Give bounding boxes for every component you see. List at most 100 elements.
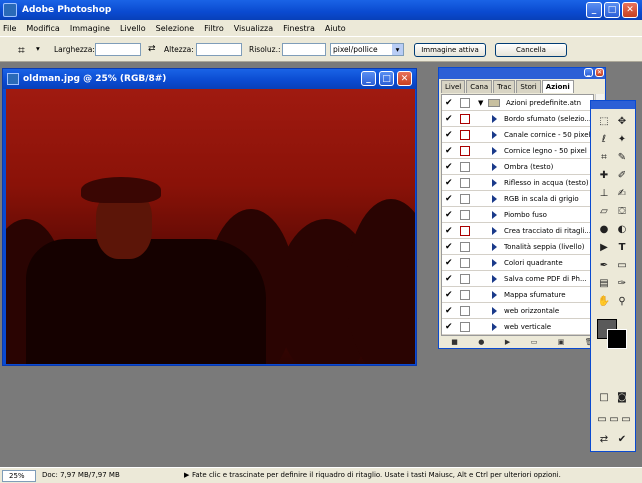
action-row[interactable]: ✔ Colori quadrante	[442, 255, 593, 271]
dodge-tool-icon[interactable]: ◐	[615, 223, 629, 237]
doc-close-button[interactable]: ✕	[397, 71, 412, 86]
action-row[interactable]: ✔ Riflesso in acqua (testo)	[442, 175, 593, 191]
quick-mask-icon[interactable]: ◙	[615, 391, 629, 405]
checkmark-icon[interactable]: ✔	[445, 146, 455, 156]
record-icon[interactable]: ●	[478, 338, 484, 346]
action-row[interactable]: ✔ Mappa sfumature	[442, 287, 593, 303]
expand-triangle-icon[interactable]	[492, 274, 497, 283]
width-input[interactable]	[95, 43, 141, 56]
dialog-toggle-icon[interactable]	[460, 193, 470, 204]
action-row[interactable]: ✔ Bordo sfumato (selezio...	[442, 111, 593, 127]
action-row[interactable]: ✔ Tonalità seppia (livello)	[442, 239, 593, 255]
action-set-row[interactable]: ✔ ▼ Azioni predefinite.atn	[442, 95, 593, 111]
checkmark-icon[interactable]: ✔	[445, 194, 455, 204]
shape-tool-icon[interactable]: ▭	[615, 259, 629, 273]
checkmark-icon[interactable]: ✔	[445, 210, 455, 220]
zoom-field[interactable]: 25%	[2, 470, 36, 482]
checkmark-icon[interactable]: ✔	[445, 114, 455, 124]
doc-maximize-button[interactable]: □	[379, 71, 394, 86]
checkmark-icon[interactable]: ✔	[445, 162, 455, 172]
tab-canali[interactable]: Cana	[466, 80, 493, 93]
stamp-tool-icon[interactable]: ⊥	[597, 187, 611, 201]
eyedropper-icon[interactable]: ✑	[615, 277, 629, 291]
new-set-icon[interactable]: ▭	[531, 338, 538, 346]
dialog-toggle-icon[interactable]	[460, 161, 470, 172]
magic-wand-icon[interactable]: ✦	[615, 133, 629, 147]
close-button[interactable]: ✕	[622, 2, 638, 18]
image-canvas[interactable]	[6, 89, 415, 364]
slice-tool-icon[interactable]: ✎	[615, 151, 629, 165]
checkmark-icon[interactable]: ✔	[445, 130, 455, 140]
notes-tool-icon[interactable]: ▤	[597, 277, 611, 291]
dialog-toggle-icon[interactable]	[460, 145, 470, 156]
panel-close-button[interactable]: ✕	[595, 68, 604, 77]
tab-tracciati[interactable]: Trac	[493, 80, 516, 93]
dialog-toggle-icon[interactable]	[460, 241, 470, 252]
front-image-button[interactable]: Immagine attiva	[414, 43, 486, 57]
tab-livelli[interactable]: Livel	[441, 80, 466, 93]
menu-aiuto[interactable]: Aiuto	[325, 24, 346, 33]
action-row[interactable]: ✔ Cornice legno - 50 pixel	[442, 143, 593, 159]
tool-preset-arrow-icon[interactable]: ▾	[36, 44, 40, 53]
menu-finestra[interactable]: Finestra	[283, 24, 315, 33]
expand-triangle-icon[interactable]	[492, 226, 497, 235]
play-icon[interactable]: ▶	[505, 338, 510, 346]
swap-arrows-icon[interactable]: ⇄	[148, 44, 156, 54]
document-info[interactable]: Doc: 7,97 MB/7,97 MB	[42, 471, 120, 479]
expand-triangle-icon[interactable]	[492, 114, 497, 123]
menu-file[interactable]: File	[3, 24, 16, 33]
new-action-icon[interactable]: ▣	[558, 338, 565, 346]
resolution-input[interactable]	[282, 43, 326, 56]
crop-tool-icon[interactable]: ⌗	[597, 151, 611, 165]
resolution-unit-select[interactable]: pixel/pollice ▾	[330, 43, 404, 56]
expand-triangle-icon[interactable]	[492, 178, 497, 187]
action-row[interactable]: ✔ Piombo fuso	[442, 207, 593, 223]
clear-button[interactable]: Cancella	[495, 43, 567, 57]
menu-modifica[interactable]: Modifica	[26, 24, 59, 33]
dialog-toggle-icon[interactable]	[460, 305, 470, 316]
menu-selezione[interactable]: Selezione	[156, 24, 194, 33]
dialog-toggle-icon[interactable]	[460, 129, 470, 140]
expand-triangle-icon[interactable]	[492, 194, 497, 203]
checkmark-icon[interactable]: ✔	[445, 306, 455, 316]
zoom-tool-icon[interactable]: ⚲	[615, 295, 629, 309]
action-row[interactable]: ✔ Canale cornice - 50 pixel	[442, 127, 593, 143]
pen-tool-icon[interactable]: ✒	[597, 259, 611, 273]
doc-minimize-button[interactable]: _	[361, 71, 376, 86]
height-input[interactable]	[196, 43, 242, 56]
checkmark-icon[interactable]: ✔	[445, 178, 455, 188]
checkmark-icon[interactable]: ✔	[445, 258, 455, 268]
dialog-toggle-icon[interactable]	[460, 273, 470, 284]
menu-livello[interactable]: Livello	[120, 24, 146, 33]
checkmark-icon[interactable]: ✔	[445, 322, 455, 332]
checkmark-icon[interactable]: ✔	[445, 274, 455, 284]
checkmark-icon[interactable]: ✔	[445, 242, 455, 252]
expand-triangle-icon[interactable]	[492, 258, 497, 267]
dialog-toggle-icon[interactable]	[460, 97, 470, 108]
dialog-toggle-icon[interactable]	[460, 209, 470, 220]
checkmark-icon[interactable]: ✔	[445, 226, 455, 236]
expand-triangle-icon[interactable]	[492, 306, 497, 315]
expand-triangle-icon[interactable]	[492, 290, 497, 299]
dialog-toggle-icon[interactable]	[460, 289, 470, 300]
checkmark-icon[interactable]: ✔	[615, 433, 629, 447]
expand-triangle-icon[interactable]	[492, 130, 497, 139]
status-arrow-icon[interactable]: ▶	[184, 471, 189, 479]
tab-azioni[interactable]: Azioni	[541, 80, 574, 93]
action-row[interactable]: ✔ Crea tracciato di ritagli...	[442, 223, 593, 239]
blur-tool-icon[interactable]: ●	[597, 223, 611, 237]
action-row[interactable]: ✔ web verticale	[442, 319, 593, 335]
lasso-tool-icon[interactable]: ℓ	[597, 133, 611, 147]
healing-brush-icon[interactable]: ✚	[597, 169, 611, 183]
imageready-icon[interactable]: ⇄	[597, 433, 611, 447]
marquee-tool-icon[interactable]: ⬚	[597, 115, 611, 129]
action-row[interactable]: ✔ RGB in scala di grigio	[442, 191, 593, 207]
expand-triangle-icon[interactable]	[492, 242, 497, 251]
expand-triangle-icon[interactable]	[492, 146, 497, 155]
action-row[interactable]: ✔ Ombra (testo)	[442, 159, 593, 175]
stop-icon[interactable]: ■	[451, 338, 458, 346]
menu-visualizza[interactable]: Visualizza	[234, 24, 273, 33]
crop-icon[interactable]: ⌗	[18, 43, 25, 58]
dialog-toggle-icon[interactable]	[460, 113, 470, 124]
action-row[interactable]: ✔ web orizzontale	[442, 303, 593, 319]
